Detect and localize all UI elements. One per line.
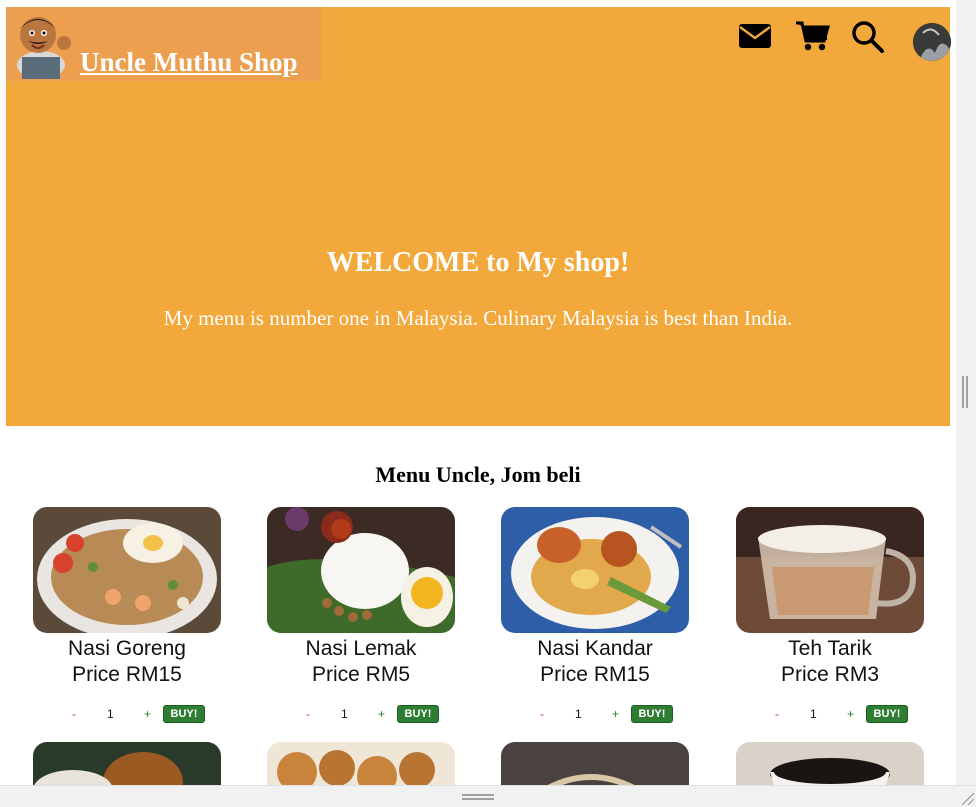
item-name: Nasi Goreng xyxy=(68,637,186,660)
item-price: Price RM5 xyxy=(311,663,411,686)
buy-button[interactable]: BUY! xyxy=(163,705,205,723)
item-price: Price RM15 xyxy=(540,663,650,686)
quantity-stepper: - 1 + BUY! xyxy=(267,705,455,725)
nasi-kandar-photo xyxy=(501,507,689,633)
scroll-grip-icon[interactable] xyxy=(962,376,970,408)
welcome-title: WELCOME to My shop! xyxy=(326,247,630,278)
item-name: Nasi Kandar xyxy=(537,637,653,660)
quantity-value: 1 xyxy=(341,707,348,721)
item-price: Price RM15 xyxy=(72,663,182,686)
mascot-icon xyxy=(8,9,74,79)
brand-link[interactable]: Uncle Muthu Shop xyxy=(6,7,321,81)
welcome-subtitle: My menu is number one in Malaysia. Culin… xyxy=(163,306,793,330)
item-price: Price RM3 xyxy=(780,663,880,686)
increment-button[interactable]: + xyxy=(378,707,385,721)
buy-button[interactable]: BUY! xyxy=(397,705,439,723)
vertical-scrollbar[interactable] xyxy=(956,0,976,785)
increment-button[interactable]: + xyxy=(144,707,151,721)
quantity-value: 1 xyxy=(810,707,817,721)
quantity-value: 1 xyxy=(107,707,114,721)
nasi-goreng-photo xyxy=(33,507,221,633)
brand-name[interactable]: Uncle Muthu Shop xyxy=(80,47,298,78)
increment-button[interactable]: + xyxy=(612,707,619,721)
nasi-lemak-photo xyxy=(267,507,455,633)
hero-banner: Uncle Muthu Shop WELCOME to My shop! My … xyxy=(6,7,951,426)
search-icon[interactable] xyxy=(852,21,884,53)
user-avatar[interactable] xyxy=(913,23,951,61)
menu-heading: Menu Uncle, Jom beli xyxy=(375,462,581,487)
menu-card-nasi-kandar: Nasi Kandar Price RM15 - 1 + BUY! xyxy=(501,507,689,725)
mail-icon[interactable] xyxy=(739,24,771,48)
item-name: Teh Tarik xyxy=(788,637,872,660)
decrement-button[interactable]: - xyxy=(72,707,76,721)
menu-card-teh-tarik: Teh Tarik Price RM3 - 1 + BUY! xyxy=(736,507,924,725)
teh-tarik-photo xyxy=(736,507,924,633)
quantity-stepper: - 1 + BUY! xyxy=(33,705,221,725)
scroll-grip-icon[interactable] xyxy=(462,794,494,802)
buy-button[interactable]: BUY! xyxy=(866,705,908,723)
quantity-stepper: - 1 + BUY! xyxy=(501,705,689,725)
resize-grip-icon[interactable] xyxy=(960,791,974,805)
menu-card-nasi-lemak: Nasi Lemak Price RM5 - 1 + BUY! xyxy=(267,507,455,725)
horizontal-scrollbar[interactable] xyxy=(0,785,976,807)
decrement-button[interactable]: - xyxy=(775,707,779,721)
quantity-value: 1 xyxy=(575,707,582,721)
decrement-button[interactable]: - xyxy=(540,707,544,721)
increment-button[interactable]: + xyxy=(847,707,854,721)
quantity-stepper: - 1 + BUY! xyxy=(736,705,924,725)
cart-icon[interactable] xyxy=(796,21,830,51)
buy-button[interactable]: BUY! xyxy=(631,705,673,723)
decrement-button[interactable]: - xyxy=(306,707,310,721)
menu-card-nasi-goreng: Nasi Goreng Price RM15 - 1 + BUY! xyxy=(33,507,221,725)
item-name: Nasi Lemak xyxy=(305,637,417,660)
